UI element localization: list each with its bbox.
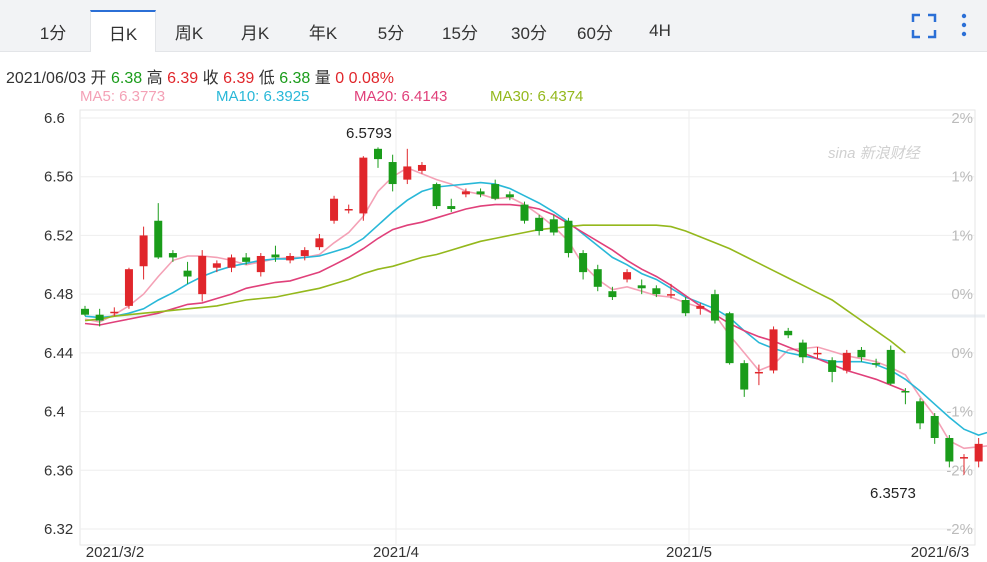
candle-body bbox=[476, 191, 485, 195]
candle-body bbox=[784, 330, 793, 336]
candle-body bbox=[110, 311, 119, 314]
y-tick-label: 6.44 bbox=[44, 345, 73, 362]
candle-body bbox=[667, 294, 675, 296]
plot-frame bbox=[79, 109, 976, 546]
candle-body bbox=[286, 255, 295, 261]
y-tick-label: 6.56 bbox=[44, 169, 73, 186]
candle-body bbox=[798, 342, 807, 358]
y-tick-label: 6.32 bbox=[44, 521, 73, 538]
pct-tick-label: -2% bbox=[946, 462, 973, 479]
candle-body bbox=[271, 254, 280, 258]
candle-body bbox=[549, 219, 558, 233]
ma-line-ma20 bbox=[84, 203, 906, 392]
candle-body bbox=[593, 269, 602, 287]
candle-body bbox=[520, 204, 529, 221]
candle-body bbox=[198, 255, 207, 295]
candle-body bbox=[374, 148, 382, 160]
candle-body bbox=[754, 371, 763, 374]
pct-tick-label: -2% bbox=[946, 521, 973, 538]
pct-tick-label: 1% bbox=[951, 227, 973, 244]
candle-body bbox=[710, 294, 719, 321]
candle-body bbox=[461, 191, 470, 195]
candle-body bbox=[535, 217, 544, 232]
pct-tick-label: 2% bbox=[951, 110, 973, 127]
candle-body bbox=[842, 352, 851, 371]
high-annotation: 6.5793 bbox=[346, 125, 392, 142]
candle-body bbox=[242, 257, 251, 262]
candle-body bbox=[930, 415, 939, 438]
candle-body bbox=[344, 209, 353, 211]
x-tick-label: 2021/5 bbox=[666, 544, 712, 561]
candle-body bbox=[417, 164, 426, 171]
candle-body bbox=[886, 349, 895, 384]
pct-tick-label: 1% bbox=[951, 169, 973, 186]
x-tick-label: 2021/4 bbox=[373, 544, 419, 561]
candle-body bbox=[872, 363, 881, 365]
candle-body bbox=[300, 250, 309, 256]
candle-body bbox=[447, 206, 456, 210]
candle-body bbox=[124, 269, 133, 306]
candle-body bbox=[154, 220, 163, 258]
candle-body bbox=[403, 166, 412, 180]
candle-body bbox=[916, 401, 925, 424]
candle-body bbox=[652, 288, 661, 295]
candle-body bbox=[315, 238, 324, 248]
candle-body bbox=[857, 349, 866, 358]
candle-body bbox=[740, 363, 749, 390]
y-tick-label: 6.6 bbox=[44, 110, 65, 127]
candle-body bbox=[183, 270, 192, 277]
candle-body bbox=[388, 162, 397, 185]
candle-body bbox=[95, 314, 104, 321]
y-tick-label: 6.52 bbox=[44, 227, 73, 244]
candle-body bbox=[813, 352, 822, 355]
candle-body bbox=[491, 184, 500, 199]
candle-body bbox=[168, 253, 177, 258]
candlestick-chart: 6.6 2%6.56 1%6.52 1%6.48 0%6.44 0%6.4 -1%6.36-… bbox=[44, 109, 987, 561]
candle-body bbox=[81, 308, 89, 315]
watermark: sina 新浪财经 bbox=[828, 145, 922, 162]
pct-tick-label: 0% bbox=[951, 345, 973, 362]
candle-body bbox=[432, 184, 441, 207]
y-tick-label: 6.36 bbox=[44, 462, 73, 479]
candle-body bbox=[769, 329, 778, 371]
candle-body bbox=[227, 257, 236, 268]
candle-body bbox=[637, 285, 646, 289]
x-tick-label: 2021/6/3 bbox=[911, 544, 969, 561]
candle-body bbox=[564, 220, 573, 254]
candle-body bbox=[623, 272, 632, 280]
candle-body bbox=[960, 457, 968, 459]
candle-body bbox=[608, 291, 617, 298]
ma-line-ma5 bbox=[84, 167, 987, 450]
candle-body bbox=[256, 255, 265, 273]
low-annotation: 6.3573 bbox=[870, 485, 916, 502]
candle-body bbox=[725, 313, 734, 364]
x-tick-label: 2021/3/2 bbox=[86, 544, 144, 561]
candle-body bbox=[974, 443, 983, 462]
candle-body bbox=[945, 437, 954, 462]
candle-body bbox=[505, 194, 514, 198]
y-tick-label: 6.4 bbox=[44, 404, 65, 421]
candle-body bbox=[901, 391, 910, 393]
candle-body bbox=[681, 300, 690, 314]
pct-tick-label: 0% bbox=[951, 286, 973, 303]
candle-body bbox=[359, 157, 368, 214]
candle-body bbox=[139, 235, 148, 267]
candle-body bbox=[212, 263, 221, 268]
candle-body bbox=[579, 253, 588, 273]
candle-body bbox=[330, 198, 339, 221]
y-tick-label: 6.48 bbox=[44, 286, 73, 303]
candle-body bbox=[696, 305, 705, 309]
ma-line-ma30 bbox=[84, 224, 906, 354]
candle-body bbox=[828, 360, 837, 372]
